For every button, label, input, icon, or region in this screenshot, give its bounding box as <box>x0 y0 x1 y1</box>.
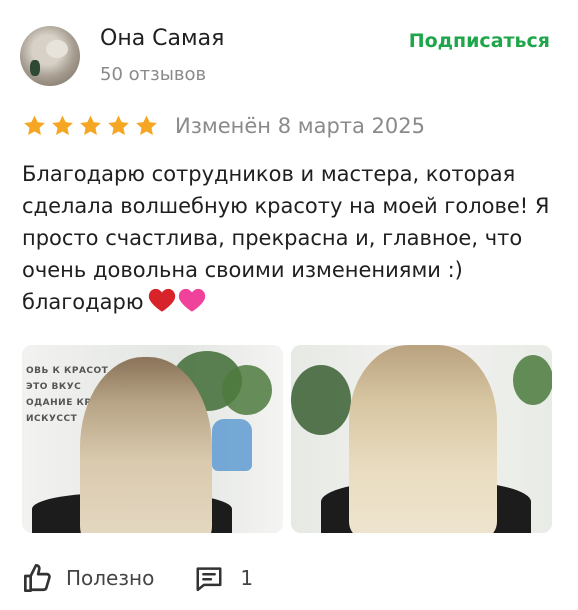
review-actions: Полезно 1 <box>22 560 253 596</box>
author-reviews-count: 50 отзывов <box>100 64 207 85</box>
rating-row: Изменён 8 марта 2025 <box>22 112 425 140</box>
star-icon <box>134 114 159 138</box>
comment-icon <box>196 567 222 592</box>
author-name[interactable]: Она Самая <box>100 26 224 51</box>
star-icon <box>106 114 131 138</box>
pink-heart-icon <box>178 288 205 312</box>
thumbs-up-icon <box>24 564 51 592</box>
comments-count: 1 <box>240 566 254 590</box>
star-icon <box>22 114 47 138</box>
review-date: Изменён 8 марта 2025 <box>175 114 425 138</box>
review-header: Она Самая 50 отзывов Подписаться <box>20 26 560 90</box>
red-heart-icon <box>148 288 175 312</box>
hair-photo-before[interactable]: ОВЬ К КРАСОТ ЭТО ВКУС ОДАНИЕ КРА ИСКУССТ <box>22 345 283 533</box>
star-icon <box>50 114 75 138</box>
comments-button[interactable]: 1 <box>194 563 253 593</box>
useful-button[interactable]: Полезно <box>22 562 154 594</box>
review-photos: ОВЬ К КРАСОТ ЭТО ВКУС ОДАНИЕ КРА ИСКУССТ <box>22 345 552 533</box>
star-icon <box>78 114 103 138</box>
author-avatar[interactable] <box>20 26 80 86</box>
useful-label: Полезно <box>66 566 155 590</box>
review-text-block: Благодарю сотрудников и мастера, которая… <box>22 158 562 318</box>
review-text: Благодарю сотрудников и мастера, которая… <box>22 162 550 314</box>
subscribe-button[interactable]: Подписаться <box>409 30 550 52</box>
hair-photo-after[interactable] <box>291 345 552 533</box>
rating-stars <box>22 114 159 138</box>
emoji-group <box>148 287 206 313</box>
